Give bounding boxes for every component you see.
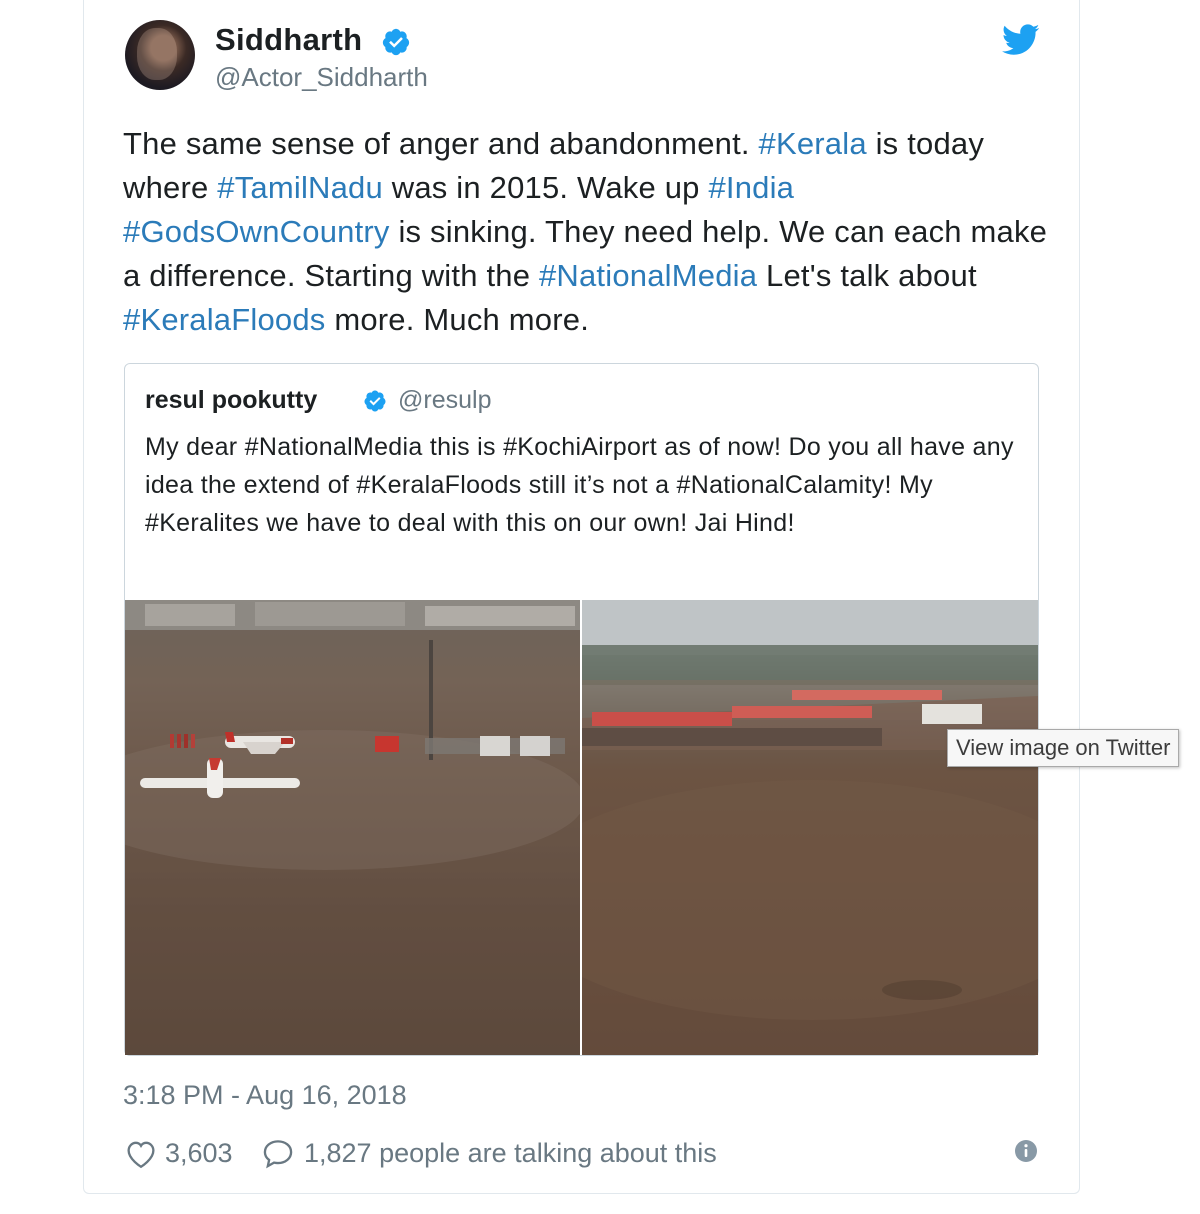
heart-icon: [127, 1141, 155, 1169]
author-name[interactable]: Siddharth: [215, 22, 362, 58]
view-image-tooltip: View image on Twitter: [947, 729, 1180, 767]
quoted-author-name[interactable]: resul pookutty: [145, 386, 317, 415]
like-button[interactable]: 3,603: [123, 1135, 233, 1171]
quoted-tweet-text: My dear #NationalMedia this is #KochiAir…: [145, 433, 1014, 537]
tweet-text-segment: more. Much more.: [325, 302, 590, 337]
tweet-text-segment: Let's talk about: [757, 258, 977, 293]
info-icon[interactable]: [1014, 1139, 1038, 1163]
hashtag-link[interactable]: #GodsOwnCountry: [123, 214, 390, 249]
flooded-airport-photo[interactable]: [125, 600, 580, 1055]
hashtag-link[interactable]: #Kerala: [759, 126, 867, 161]
aerial-flood-photo[interactable]: [582, 600, 1038, 1055]
hashtag-link[interactable]: #TamilNadu: [217, 170, 383, 205]
hashtag-link[interactable]: #India: [708, 170, 794, 205]
tweet-text-segment: was in 2015. Wake up: [382, 170, 709, 205]
photo-divider: [580, 600, 582, 1055]
like-count: 3,603: [165, 1137, 233, 1168]
talking-count: 1,827 people are talking about this: [304, 1137, 717, 1168]
tweet-text-segment: The same sense of anger and abandonment.: [123, 126, 759, 161]
verified-badge-icon: [382, 28, 410, 56]
conversation-link[interactable]: 1,827 people are talking about this: [260, 1135, 717, 1171]
hashtag-link[interactable]: #KeralaFloods: [123, 302, 326, 337]
verified-badge-icon: [364, 390, 386, 412]
speech-bubble-icon: [263, 1140, 293, 1169]
quoted-author-handle[interactable]: @resulp: [398, 386, 491, 415]
hashtag-link[interactable]: #NationalMedia: [539, 258, 757, 293]
twitter-bird-icon[interactable]: [1002, 24, 1040, 56]
tweet-timestamp[interactable]: 3:18 PM - Aug 16, 2018: [123, 1080, 407, 1111]
avatar[interactable]: [125, 20, 195, 90]
tweet-text: The same sense of anger and abandonment.…: [123, 122, 1063, 342]
author-handle[interactable]: @Actor_Siddharth: [215, 62, 428, 93]
